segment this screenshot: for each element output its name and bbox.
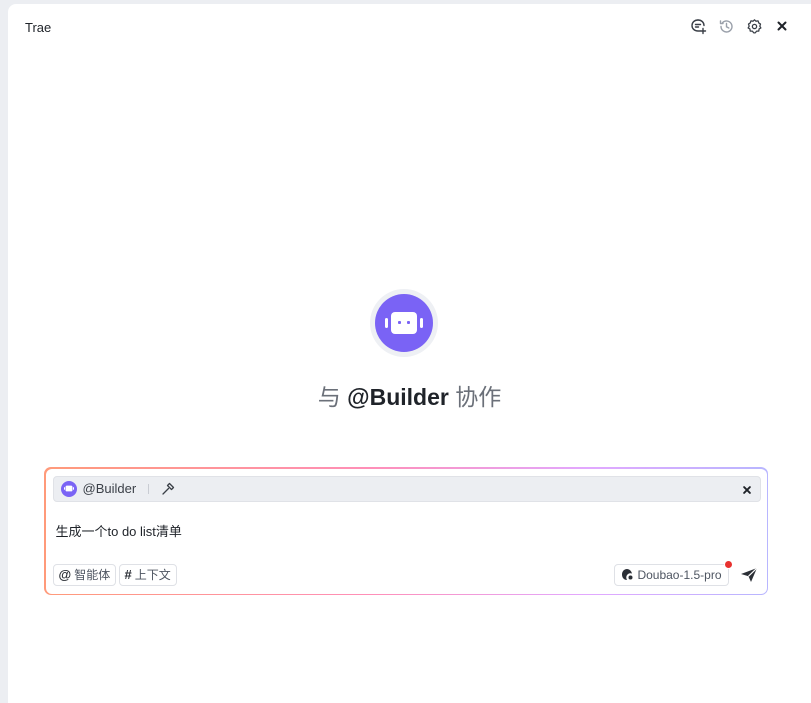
doubao-logo-icon bbox=[622, 569, 633, 580]
agent-chip-avatar bbox=[60, 480, 77, 497]
composer: @Builder 生成一个to do list清单 @ 智能体 # 上下文 Do… bbox=[44, 467, 768, 595]
heading-suffix: 协作 bbox=[455, 384, 502, 410]
notification-dot bbox=[723, 559, 733, 569]
hash-icon: # bbox=[124, 567, 132, 582]
robot-icon bbox=[63, 485, 74, 492]
send-button[interactable] bbox=[740, 567, 758, 588]
history-icon bbox=[719, 19, 733, 33]
send-icon bbox=[740, 567, 757, 582]
chat-panel: Trae 与 @Builder 协作 @Builder 生成一个to do li… bbox=[8, 4, 811, 703]
agent-button-label: 智能体 bbox=[74, 568, 111, 582]
model-label: Doubao-1.5-pro bbox=[637, 567, 722, 582]
agent-tools-button[interactable] bbox=[161, 482, 175, 496]
context-button[interactable]: # 上下文 bbox=[118, 563, 177, 586]
agent-chip-name: @Builder bbox=[82, 481, 137, 496]
hammer-icon bbox=[162, 482, 175, 495]
history-button[interactable] bbox=[717, 17, 735, 35]
settings-button[interactable] bbox=[745, 17, 763, 35]
agent-button[interactable]: @ 智能体 bbox=[52, 563, 117, 586]
close-button[interactable] bbox=[773, 17, 791, 35]
robot-icon bbox=[385, 312, 423, 334]
remove-agent-button[interactable] bbox=[742, 482, 752, 500]
close-icon bbox=[777, 21, 787, 31]
collaborate-heading: 与 @Builder 协作 bbox=[8, 378, 811, 412]
close-icon bbox=[742, 485, 751, 494]
context-button-label: 上下文 bbox=[134, 568, 171, 582]
model-selector[interactable]: Doubao-1.5-pro bbox=[614, 563, 729, 586]
header-toolbar bbox=[689, 17, 791, 35]
new-chat-button[interactable] bbox=[689, 17, 707, 35]
settings-icon bbox=[746, 18, 762, 34]
new-chat-icon bbox=[690, 18, 706, 34]
agent-avatar bbox=[370, 289, 438, 357]
message-input[interactable]: 生成一个to do list清单 bbox=[56, 521, 182, 540]
divider bbox=[148, 483, 150, 494]
heading-agent: @Builder bbox=[347, 384, 449, 410]
at-icon: @ bbox=[58, 567, 72, 582]
window-title: Trae bbox=[25, 20, 52, 35]
selected-agent-chip[interactable]: @Builder bbox=[52, 475, 761, 502]
heading-prefix: 与 bbox=[317, 384, 341, 410]
